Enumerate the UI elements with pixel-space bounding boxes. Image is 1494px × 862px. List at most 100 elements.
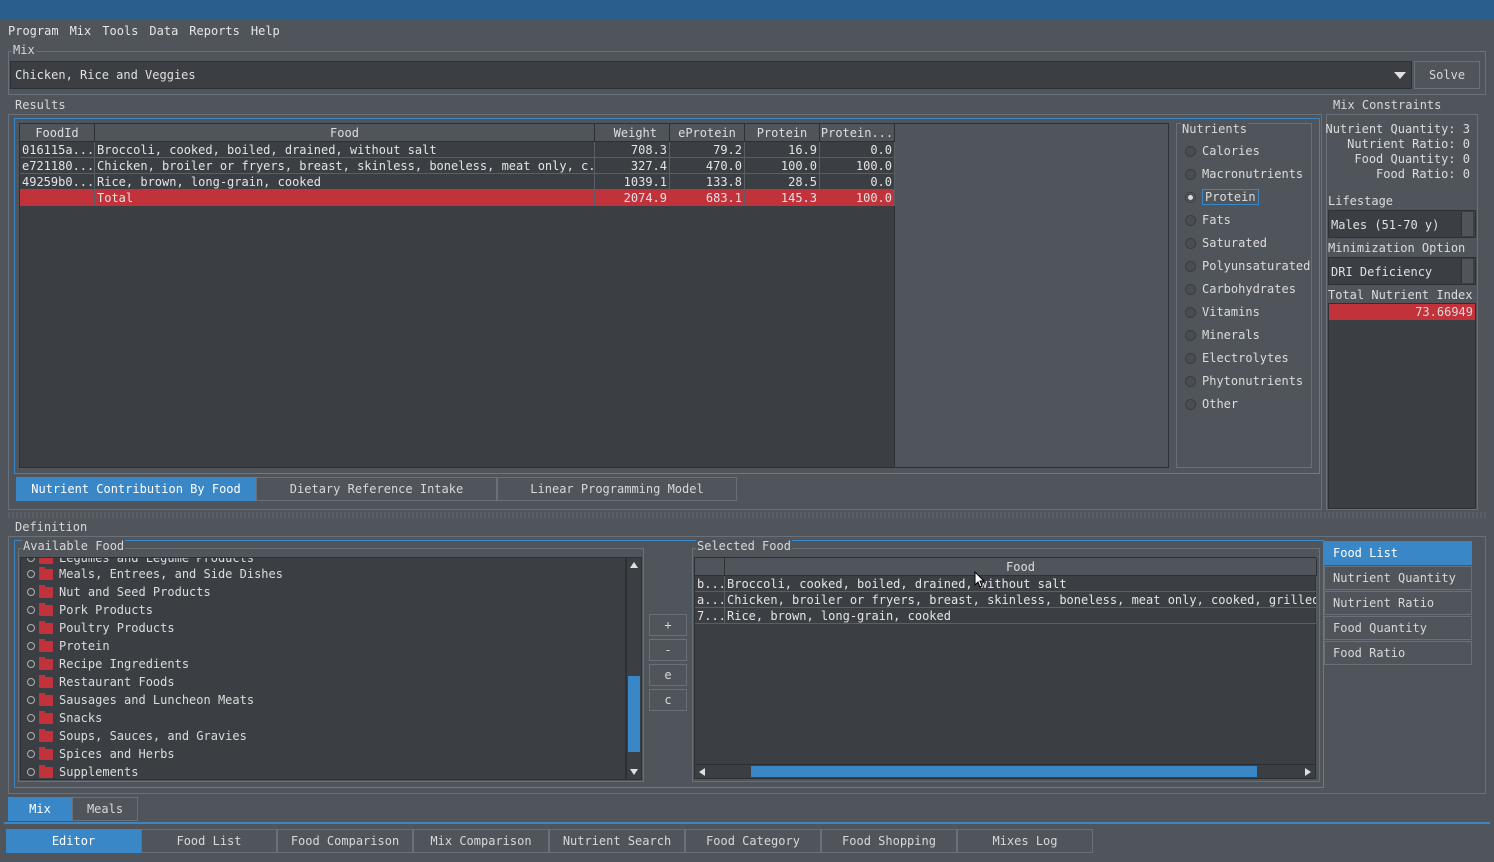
side-tab-food-list[interactable]: Food List [1324, 541, 1472, 565]
scroll-down-icon[interactable] [630, 769, 638, 775]
tree-item-category[interactable]: Meals, Entrees, and Side Dishes [27, 565, 283, 583]
tree-item-category[interactable]: Spices and Herbs [27, 745, 175, 763]
scrollbar-thumb[interactable] [628, 676, 640, 752]
available-food-scrollbar[interactable] [626, 557, 642, 780]
table-row[interactable]: a... Chicken, broiler or fryers, breast,… [695, 592, 1317, 608]
radio-button[interactable] [1185, 145, 1196, 157]
expand-handle-icon[interactable] [27, 624, 35, 632]
column-header-food[interactable]: Food [95, 124, 595, 142]
expand-handle-icon[interactable] [27, 732, 35, 740]
selected-food-hscrollbar[interactable] [694, 764, 1316, 779]
scroll-left-icon[interactable] [699, 768, 705, 776]
radio-fats[interactable]: Fats [1185, 211, 1231, 229]
tab-meals[interactable]: Meals [72, 797, 138, 821]
menu-tools[interactable]: Tools [102, 24, 138, 38]
tree-item-category[interactable]: Supplements [27, 763, 138, 779]
scroll-right-icon[interactable] [1305, 768, 1311, 776]
radio-button[interactable] [1185, 352, 1196, 364]
radio-minerals[interactable]: Minerals [1185, 326, 1260, 344]
scroll-up-icon[interactable] [630, 562, 638, 568]
side-tab-nutrient-ratio[interactable]: Nutrient Ratio [1324, 591, 1472, 615]
tree-item-category[interactable]: Protein [27, 637, 110, 655]
lifestage-spinner[interactable]: Males (51-70 y) [1328, 210, 1476, 238]
scrollbar-thumb[interactable] [751, 766, 1257, 777]
results-table[interactable]: FoodId Food Weight eProtein Protein Prot… [19, 123, 895, 468]
radio-button[interactable] [1185, 398, 1196, 410]
expand-handle-icon[interactable] [27, 606, 35, 614]
clear-food-button[interactable]: c [649, 689, 687, 711]
expand-handle-icon[interactable] [27, 678, 35, 686]
tab-food-shopping[interactable]: Food Shopping [821, 829, 957, 853]
tree-item-category[interactable]: Snacks [27, 709, 102, 727]
radio-calories[interactable]: Calories [1185, 142, 1260, 160]
expand-handle-icon[interactable] [27, 750, 35, 758]
radio-polyunsaturated[interactable]: Polyunsaturated [1185, 257, 1310, 275]
menu-data[interactable]: Data [149, 24, 178, 38]
radio-phytonutrients[interactable]: Phytonutrients [1185, 372, 1303, 390]
solve-button[interactable]: Solve [1414, 61, 1480, 89]
tab-nutrient-contribution[interactable]: Nutrient Contribution By Food [16, 477, 256, 501]
spinner-arrows-icon[interactable] [1461, 212, 1473, 236]
tree-item-category[interactable]: Nut and Seed Products [27, 583, 211, 601]
tab-food-comparison[interactable]: Food Comparison [277, 829, 413, 853]
tree-item-category[interactable]: Poultry Products [27, 619, 175, 637]
selected-food-table[interactable]: Food b... Broccoli, cooked, boiled, drai… [694, 557, 1317, 765]
side-tab-food-ratio[interactable]: Food Ratio [1324, 641, 1472, 665]
tree-item-category[interactable]: Restaurant Foods [27, 673, 175, 691]
column-header-protein-pct[interactable]: Protein... [820, 124, 895, 142]
radio-button[interactable] [1185, 283, 1196, 295]
tab-mix-comparison[interactable]: Mix Comparison [413, 829, 549, 853]
tab-editor[interactable]: Editor [6, 829, 141, 853]
column-header-foodid[interactable]: FoodId [20, 124, 95, 142]
menu-program[interactable]: Program [8, 24, 59, 38]
expand-handle-icon[interactable] [27, 642, 35, 650]
tab-mixes-log[interactable]: Mixes Log [957, 829, 1093, 853]
tree-item-category[interactable]: Recipe Ingredients [27, 655, 189, 673]
radio-button-selected[interactable] [1185, 191, 1196, 203]
expand-handle-icon[interactable] [27, 588, 35, 596]
radio-button[interactable] [1185, 214, 1196, 226]
expand-handle-icon[interactable] [27, 696, 35, 704]
radio-vitamins[interactable]: Vitamins [1185, 303, 1260, 321]
menu-mix[interactable]: Mix [70, 24, 92, 38]
radio-saturated[interactable]: Saturated [1185, 234, 1267, 252]
expand-handle-icon[interactable] [27, 570, 35, 578]
tree-item-category[interactable]: Pork Products [27, 601, 153, 619]
radio-button[interactable] [1185, 168, 1196, 180]
radio-button[interactable] [1185, 306, 1196, 318]
radio-button[interactable] [1185, 329, 1196, 341]
remove-food-button[interactable]: - [649, 639, 687, 661]
tab-food-list[interactable]: Food List [141, 829, 277, 853]
menu-reports[interactable]: Reports [189, 24, 240, 38]
table-row[interactable]: b... Broccoli, cooked, boiled, drained, … [695, 576, 1317, 592]
radio-electrolytes[interactable]: Electrolytes [1185, 349, 1289, 367]
column-header-food[interactable]: Food [725, 558, 1317, 576]
tab-linear-programming-model[interactable]: Linear Programming Model [497, 477, 737, 501]
tree-item-category[interactable]: Sausages and Luncheon Meats [27, 691, 254, 709]
radio-button[interactable] [1185, 260, 1196, 272]
tab-dietary-reference-intake[interactable]: Dietary Reference Intake [256, 477, 497, 501]
minimization-option-spinner[interactable]: DRI Deficiency [1328, 257, 1476, 285]
expand-handle-icon[interactable] [27, 558, 35, 562]
radio-macronutrients[interactable]: Macronutrients [1185, 165, 1303, 183]
side-tab-food-quantity[interactable]: Food Quantity [1324, 616, 1472, 640]
table-row[interactable]: 016115a... Broccoli, cooked, boiled, dra… [20, 142, 895, 158]
chevron-down-icon[interactable] [1394, 72, 1406, 79]
tab-nutrient-search[interactable]: Nutrient Search [549, 829, 685, 853]
add-food-button[interactable]: + [649, 614, 687, 636]
column-header-weight[interactable]: Weight [595, 124, 670, 142]
radio-button[interactable] [1185, 375, 1196, 387]
total-row[interactable]: Total 2074.9 683.1 145.3 100.0 [20, 190, 895, 206]
radio-other[interactable]: Other [1185, 395, 1238, 413]
tree-item-category[interactable]: Soups, Sauces, and Gravies [27, 727, 247, 745]
spinner-arrows-icon[interactable] [1461, 259, 1473, 283]
radio-button[interactable] [1185, 237, 1196, 249]
available-food-tree[interactable]: Legumes and Legume Products Meals, Entre… [20, 557, 626, 780]
expand-handle-icon[interactable] [27, 714, 35, 722]
mix-selector[interactable]: Chicken, Rice and Veggies [10, 61, 1412, 89]
menu-help[interactable]: Help [251, 24, 280, 38]
table-row[interactable]: 7... Rice, brown, long-grain, cooked [695, 608, 1317, 624]
side-tab-nutrient-quantity[interactable]: Nutrient Quantity [1324, 566, 1472, 590]
tab-mix[interactable]: Mix [8, 797, 72, 821]
column-header-eprotein[interactable]: eProtein [670, 124, 745, 142]
